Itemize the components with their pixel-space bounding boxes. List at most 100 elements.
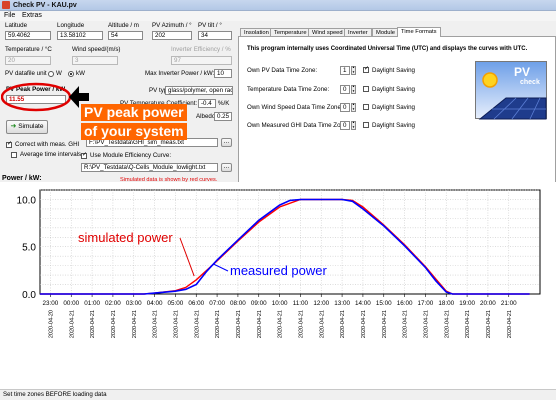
module-browse-button[interactable]: ...: [221, 163, 232, 172]
temperature-input[interactable]: 20: [5, 56, 51, 65]
temperature-timezone-input[interactable]: 0: [340, 85, 350, 94]
wind-timezone-input[interactable]: 0: [340, 103, 350, 112]
max-inverter-input[interactable]: 10: [214, 69, 232, 78]
ghi-browse-button[interactable]: ...: [221, 138, 232, 147]
temperature-dst-label: Daylight Saving: [372, 86, 415, 93]
latitude-input[interactable]: 59.4062: [5, 31, 51, 40]
title-bar: Check PV - KAU.pv: [0, 0, 556, 11]
x-tick-label: 15:00: [376, 300, 392, 307]
wind-speed-input[interactable]: 3: [72, 56, 118, 65]
peak-callout-line1: PV peak power: [81, 104, 187, 121]
pv-dst-checkbox[interactable]: [363, 65, 369, 73]
x-date-label: 2020-04-21: [465, 310, 471, 338]
x-tick-label: 03:00: [126, 300, 142, 307]
simulate-button[interactable]: ➜ Simulate: [6, 120, 48, 134]
x-date-label: 2020-04-21: [340, 310, 346, 338]
x-date-label: 2020-04-21: [215, 310, 221, 338]
x-tick-label: 16:00: [397, 300, 413, 307]
x-tick-label: 09:00: [251, 300, 267, 307]
x-date-label: 2020-04-20: [48, 310, 54, 338]
x-tick-label: 07:00: [209, 300, 225, 307]
x-tick-label: 05:00: [168, 300, 184, 307]
x-tick-label: 11:00: [293, 300, 309, 307]
pv-timezone-input[interactable]: 1: [340, 66, 350, 75]
x-date-label: 2020-04-21: [403, 310, 409, 338]
correct-ghi-checkbox[interactable]: [6, 140, 12, 148]
wind-timezone-spinner[interactable]: [351, 102, 356, 112]
y-tick-label: 0.0: [22, 290, 36, 301]
power-chart: 23:00 2020-04-20 00:00 2020-04-21 01:00 2020-…: [0, 182, 556, 389]
average-intervals-checkbox[interactable]: [11, 152, 17, 158]
x-date-label: 2020-04-21: [257, 310, 263, 338]
x-tick-label: 04:00: [147, 300, 163, 307]
pv-type-select[interactable]: glass/polymer, open rack: [165, 86, 233, 95]
x-tick-label: 06:00: [188, 300, 204, 307]
logo-text-check: check: [520, 79, 540, 86]
pv-tilt-label: PV tilt / °: [198, 22, 222, 29]
x-date-label: 2020-04-21: [278, 310, 284, 338]
annotation-measured-power: measured power: [230, 263, 327, 278]
x-date-label: 2020-04-21: [90, 310, 96, 338]
inverter-efficiency-input[interactable]: 97: [171, 56, 232, 65]
ghi-dst-checkbox[interactable]: [363, 122, 369, 128]
pv-timezone-spinner[interactable]: [351, 65, 356, 75]
unit-w-radio[interactable]: [48, 71, 54, 77]
menu-extras[interactable]: Extras: [22, 11, 42, 21]
app-icon: [2, 1, 10, 9]
annotation-simulated-power: simulated power: [78, 230, 173, 245]
longitude-input[interactable]: 13.58102: [57, 31, 103, 40]
play-arrow-icon: ➜: [10, 123, 17, 130]
x-date-label: 2020-04-21: [111, 310, 117, 338]
x-date-label: 2020-04-21: [132, 310, 138, 338]
tab-time-formats[interactable]: Time Formats: [397, 27, 441, 37]
unit-kw-label: kW: [76, 70, 85, 77]
pv-azimuth-label: PV Azimuth / °: [152, 22, 192, 29]
albedo-input[interactable]: 0.25: [214, 112, 232, 121]
wind-timezone-label: Own Wind Speed Data Time Zone:: [247, 104, 343, 111]
x-date-label: 2020-04-21: [507, 310, 513, 338]
x-tick-label: 23:00: [43, 300, 59, 307]
temp-coeff-unit: %/K: [218, 100, 230, 107]
menu-bar: File Extras: [0, 11, 556, 21]
wind-dst-checkbox[interactable]: [363, 104, 369, 110]
y-tick-label: 5.0: [22, 243, 36, 254]
x-tick-label: 02:00: [105, 300, 121, 307]
x-date-label: 2020-04-21: [153, 310, 159, 338]
altitude-input[interactable]: 54: [108, 31, 143, 40]
average-intervals-label: Average time intervals: [20, 151, 82, 158]
pv-dst-label: Daylight Saving: [372, 67, 415, 74]
module-efficiency-label: Use Module Efficiency Curve:: [90, 152, 172, 159]
x-date-label: 2020-04-21: [298, 310, 304, 338]
pv-azimuth-input[interactable]: 202: [152, 31, 192, 40]
x-tick-label: 08:00: [230, 300, 246, 307]
latitude-label: Latitude: [5, 22, 28, 29]
time-formats-panel: This program internally uses Coordinated…: [238, 36, 556, 184]
x-date-label: 2020-04-21: [69, 310, 75, 338]
power-chart-svg: 23:00 2020-04-20 00:00 2020-04-21 01:00 2020-…: [17, 189, 541, 338]
pv-tilt-input[interactable]: 34: [198, 31, 232, 40]
temperature-dst-checkbox[interactable]: [363, 86, 369, 92]
x-date-label: 2020-04-21: [444, 310, 450, 338]
unit-kw-radio[interactable]: [68, 71, 74, 77]
y-tick-label: 10.0: [17, 195, 37, 206]
wind-dst-label: Daylight Saving: [372, 104, 415, 111]
x-tick-label: 00:00: [63, 300, 79, 307]
x-tick-label: 14:00: [355, 300, 371, 307]
module-file-input[interactable]: R:\PV_Testdata\Q-Cells_Module_lowlight.t…: [81, 163, 218, 172]
temp-coeff-input[interactable]: -0.4: [198, 99, 216, 108]
ghi-timezone-spinner[interactable]: [351, 120, 356, 130]
ghi-timezone-input[interactable]: 0: [340, 121, 350, 130]
x-date-label: 2020-04-21: [319, 310, 325, 338]
correct-ghi-label: Correct with meas. GHI: [15, 141, 80, 148]
x-date-label: 2020-04-21: [236, 310, 242, 338]
datafile-unit-label: PV datafile unit: [5, 70, 47, 77]
x-tick-label: 12:00: [313, 300, 329, 307]
x-tick-label: 18:00: [438, 300, 454, 307]
module-efficiency-checkbox[interactable]: [81, 151, 87, 159]
temperature-timezone-spinner[interactable]: [351, 84, 356, 94]
menu-file[interactable]: File: [4, 11, 15, 21]
x-tick-label: 20:00: [480, 300, 496, 307]
temperature-label: Temperature / °C: [5, 46, 52, 53]
altitude-label: Altitude / m: [108, 22, 139, 29]
unit-w-label: W: [56, 70, 62, 77]
